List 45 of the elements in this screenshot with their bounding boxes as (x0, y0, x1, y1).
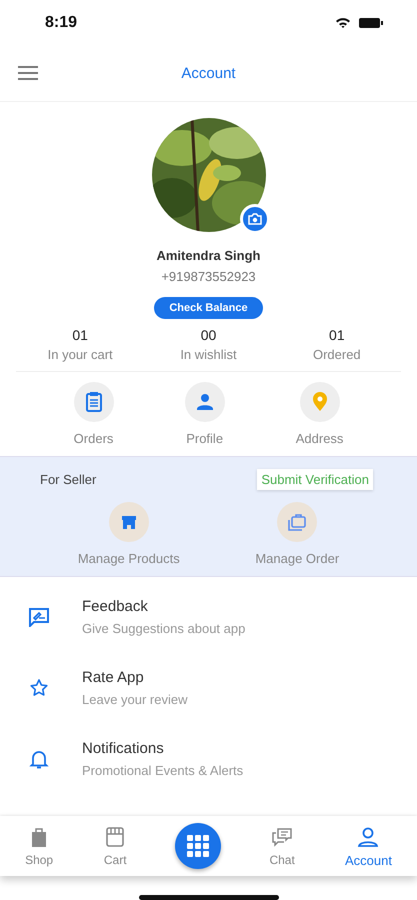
seller-action-label: Manage Order (255, 551, 340, 566)
menu-item-subtitle: Promotional Events & Alerts (82, 762, 244, 778)
stat-label: In your cart (48, 347, 113, 362)
quick-link-label: Orders (74, 431, 114, 446)
person-icon[interactable] (184, 382, 225, 422)
clipboard-icon[interactable] (74, 382, 114, 422)
bell-icon (28, 748, 50, 768)
quick-link-label: Address (296, 431, 344, 446)
person-icon (356, 824, 380, 848)
menu-icon[interactable] (18, 66, 38, 80)
submit-verification-button[interactable]: Submit Verification (257, 469, 373, 490)
menu-item-title: Rate App (82, 668, 145, 686)
grid-button[interactable] (175, 823, 222, 869)
battery-icon (359, 16, 383, 28)
tab[interactable]: Cart (101, 823, 130, 869)
section-title: For Seller (40, 472, 96, 487)
menu-item[interactable]: Notifications Promotional Events & Alerts (0, 723, 417, 794)
page-title: Account (181, 64, 236, 82)
menu-item[interactable]: Feedback Give Suggestions about app (0, 581, 417, 652)
phone-number: +919873552923 (161, 269, 256, 284)
wifi-icon (335, 16, 351, 28)
stat-value: 01 (72, 327, 88, 343)
stat-value: 00 (200, 327, 216, 343)
stat-label: In wishlist (180, 347, 237, 362)
tab[interactable]: Chat (267, 823, 297, 869)
menu-item-subtitle: Give Suggestions about app (82, 620, 246, 636)
store-icon[interactable] (108, 502, 149, 542)
menu-item-title: Notifications (82, 740, 165, 756)
tab[interactable]: Account (342, 822, 394, 870)
menu-item-title: Feedback (82, 598, 149, 614)
grid-icon (186, 834, 210, 858)
feedback-icon (28, 606, 50, 626)
stat-label: Ordered (312, 347, 361, 362)
stat-value: 01 (329, 327, 345, 343)
seller-action-label: Manage Products (78, 551, 180, 566)
user-name: Amitendra Singh (156, 248, 260, 263)
briefcase-icon[interactable] (277, 502, 318, 542)
menu-item[interactable]: Rate App Leave your review (0, 652, 417, 723)
star-icon (28, 678, 50, 698)
tab[interactable]: Shop (23, 823, 56, 869)
check-balance-button[interactable]: Check Balance (154, 297, 263, 319)
menu-item-subtitle: Leave your review (82, 692, 188, 706)
status-time: 8:19 (45, 14, 78, 32)
camera-icon (248, 213, 262, 225)
quick-link-label: Profile (186, 431, 224, 446)
